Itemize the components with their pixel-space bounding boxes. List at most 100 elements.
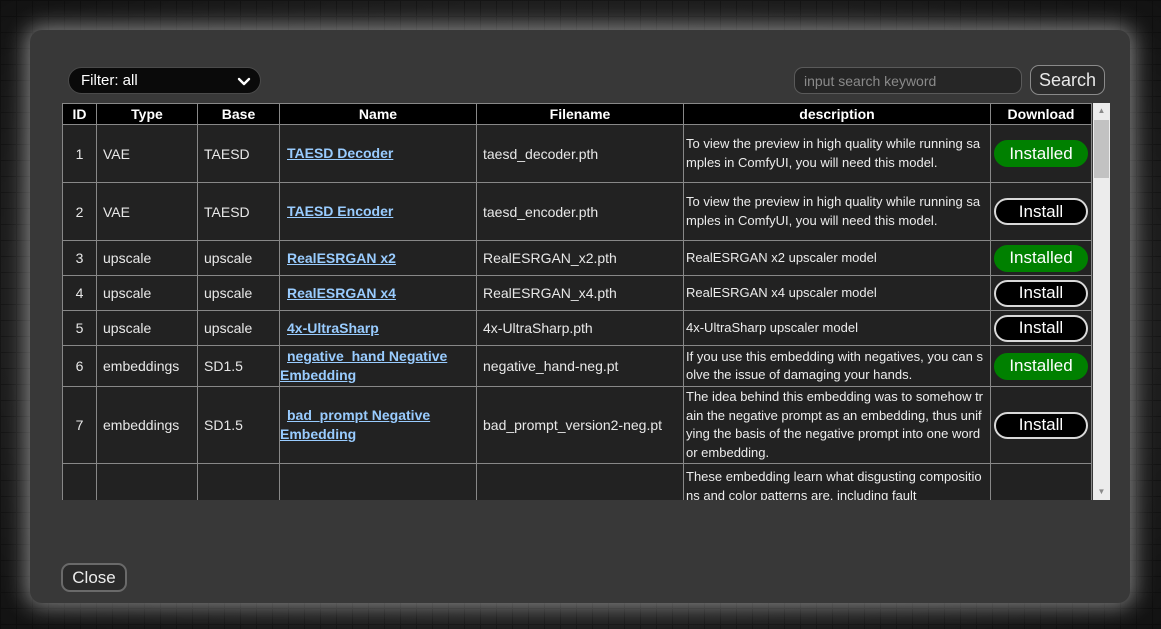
cell-description: RealESRGAN x4 upscaler model [684,276,991,311]
table-row: 2VAETAESDTAESD Encodertaesd_encoder.pthT… [63,183,1092,241]
close-button[interactable]: Close [61,563,127,592]
cell-type: VAE [97,125,198,183]
cell-base: upscale [198,276,280,311]
table-row: 7embeddingsSD1.5bad_prompt Negative Embe… [63,387,1092,464]
install-button[interactable]: Install [994,412,1088,439]
model-name-link[interactable]: RealESRGAN x2 [280,249,476,268]
model-name-link[interactable]: bad_prompt Negative Embedding [280,406,476,444]
cell-id [63,464,97,501]
table-scrollbar[interactable]: ▲ ▼ [1093,103,1110,500]
cell-download: Install [991,276,1092,311]
cell-base: TAESD [198,183,280,241]
cell-description: To view the preview in high quality whil… [684,183,991,241]
table-row: 5upscaleupscale4x-UltraSharp4x-UltraShar… [63,311,1092,346]
installed-button[interactable]: Installed [994,353,1088,380]
cell-filename: taesd_decoder.pth [477,125,684,183]
cell-id: 1 [63,125,97,183]
install-button[interactable]: Install [994,315,1088,342]
cell-type: VAE [97,183,198,241]
cell-download: Install [991,387,1092,464]
table-row: These embedding learn what disgusting co… [63,464,1092,501]
cell-base: TAESD [198,125,280,183]
cell-id: 4 [63,276,97,311]
cell-name: 4x-UltraSharp [280,311,477,346]
filter-dropdown-wrap: Filter: all [68,67,261,94]
cell-filename [477,464,684,501]
cell-description: To view the preview in high quality whil… [684,125,991,183]
model-name-link[interactable]: negative_hand Negative Embedding [280,347,476,385]
model-name-link[interactable]: TAESD Encoder [280,202,476,221]
cell-description: RealESRGAN x2 upscaler model [684,241,991,276]
header-id: ID [63,104,97,125]
cell-name: TAESD Encoder [280,183,477,241]
model-name-link[interactable]: RealESRGAN x4 [280,284,476,303]
cell-download: Installed [991,241,1092,276]
search-input[interactable] [794,67,1022,94]
cell-type: upscale [97,276,198,311]
cell-download: Installed [991,346,1092,387]
installed-button[interactable]: Installed [994,245,1088,272]
cell-id: 5 [63,311,97,346]
table-row: 4upscaleupscaleRealESRGAN x4RealESRGAN_x… [63,276,1092,311]
cell-base [198,464,280,501]
cell-id: 3 [63,241,97,276]
cell-filename: RealESRGAN_x4.pth [477,276,684,311]
comfyui-canvas: { "toolbar": { "filter": { "value": "Fil… [0,0,1161,629]
installed-button[interactable]: Installed [994,140,1088,167]
header-type: Type [97,104,198,125]
cell-type [97,464,198,501]
header-name: Name [280,104,477,125]
cell-filename: RealESRGAN_x2.pth [477,241,684,276]
cell-type: upscale [97,311,198,346]
scrollbar-thumb[interactable] [1094,120,1109,178]
cell-filename: negative_hand-neg.pt [477,346,684,387]
cell-name: negative_hand Negative Embedding [280,346,477,387]
cell-base: upscale [198,241,280,276]
header-base: Base [198,104,280,125]
cell-name: bad_prompt Negative Embedding [280,387,477,464]
cell-id: 7 [63,387,97,464]
model-table-body: 1VAETAESDTAESD Decodertaesd_decoder.pthT… [63,125,1092,501]
cell-base: upscale [198,311,280,346]
cell-name: TAESD Decoder [280,125,477,183]
cell-filename: 4x-UltraSharp.pth [477,311,684,346]
filter-select[interactable]: Filter: all [68,67,261,94]
scroll-up-icon[interactable]: ▲ [1093,103,1110,119]
cell-id: 6 [63,346,97,387]
install-models-dialog: Filter: all Search ID Type Base Name Fil… [30,30,1130,603]
table-row: 1VAETAESDTAESD Decodertaesd_decoder.pthT… [63,125,1092,183]
cell-name: RealESRGAN x2 [280,241,477,276]
table-row: 3upscaleupscaleRealESRGAN x2RealESRGAN_x… [63,241,1092,276]
scroll-down-icon[interactable]: ▼ [1093,484,1110,500]
table-header-row: ID Type Base Name Filename description D… [63,104,1092,125]
cell-description: If you use this embedding with negatives… [684,346,991,387]
cell-base: SD1.5 [198,387,280,464]
cell-description: These embedding learn what disgusting co… [684,464,991,501]
table-row: 6embeddingsSD1.5negative_hand Negative E… [63,346,1092,387]
cell-type: embeddings [97,346,198,387]
cell-download: Install [991,311,1092,346]
header-filename: Filename [477,104,684,125]
cell-name: RealESRGAN x4 [280,276,477,311]
model-table-container: ID Type Base Name Filename description D… [62,103,1092,500]
cell-description: 4x-UltraSharp upscaler model [684,311,991,346]
model-table: ID Type Base Name Filename description D… [62,103,1092,500]
cell-download [991,464,1092,501]
cell-filename: bad_prompt_version2-neg.pt [477,387,684,464]
cell-base: SD1.5 [198,346,280,387]
model-name-link[interactable]: TAESD Decoder [280,144,476,163]
header-description: description [684,104,991,125]
cell-name [280,464,477,501]
model-name-link[interactable]: 4x-UltraSharp [280,319,476,338]
cell-type: upscale [97,241,198,276]
header-download: Download [991,104,1092,125]
search-button[interactable]: Search [1030,65,1105,95]
cell-type: embeddings [97,387,198,464]
cell-description: The idea behind this embedding was to so… [684,387,991,464]
cell-filename: taesd_encoder.pth [477,183,684,241]
install-button[interactable]: Install [994,280,1088,307]
install-button[interactable]: Install [994,198,1088,225]
cell-download: Installed [991,125,1092,183]
cell-download: Install [991,183,1092,241]
cell-id: 2 [63,183,97,241]
